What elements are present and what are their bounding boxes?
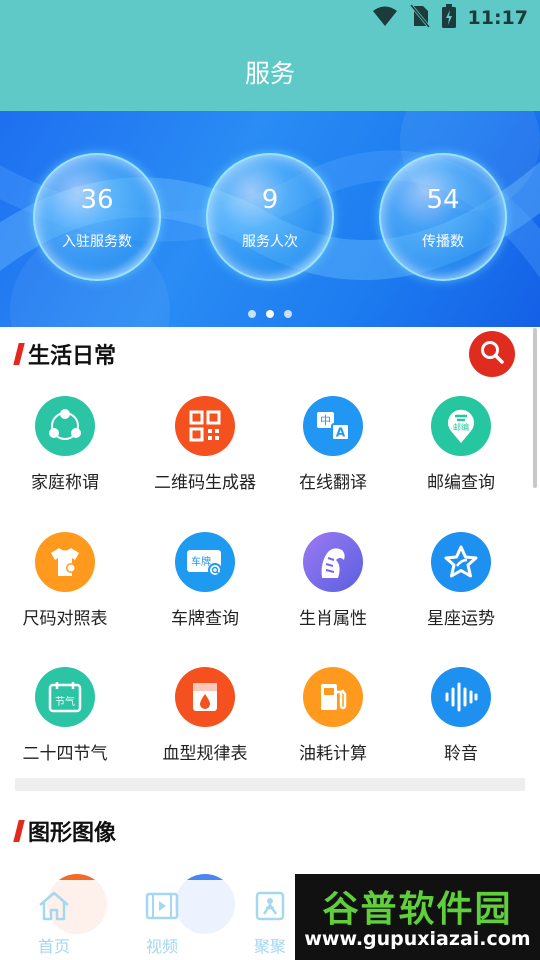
stat-bubble-visits: 9 服务人次 <box>206 153 334 281</box>
nav-label: 首页 <box>37 937 70 956</box>
service-label: 油耗计算 <box>299 744 367 764</box>
service-translate[interactable]: 中A 在线翻译 <box>268 396 398 506</box>
stat-label: 传播数 <box>422 234 464 250</box>
carousel-pager <box>0 310 540 320</box>
pager-dot[interactable] <box>248 310 256 318</box>
banner-carousel[interactable]: 36 入驻服务数 9 服务人次 54 传播数 <box>0 111 540 327</box>
postcode-icon: 邮编 <box>431 396 491 456</box>
section-divider <box>15 778 525 791</box>
watermark-logo: 谷普软件园 www.gupuxiazai.com <box>295 874 540 960</box>
service-size-chart[interactable]: 尺码对照表 <box>0 532 130 642</box>
service-postcode[interactable]: 邮编 邮编查询 <box>396 396 526 506</box>
service-zodiac[interactable]: 生肖属性 <box>268 532 398 642</box>
title-bar: 服务 <box>0 36 540 111</box>
tiger-icon <box>303 532 363 592</box>
stat-bubble-services: 36 入驻服务数 <box>33 153 161 281</box>
service-label: 尺码对照表 <box>22 609 108 629</box>
service-fuel-calc[interactable]: 油耗计算 <box>268 667 398 777</box>
service-label: 星座运势 <box>427 609 495 629</box>
service-plate-lookup[interactable]: 车牌 车牌查询 <box>140 532 270 642</box>
calendar-icon: 节气 <box>35 667 95 727</box>
battery-charging-icon <box>441 4 456 32</box>
wifi-icon <box>372 5 398 31</box>
section-header-graphics: 图形图像 <box>13 815 117 847</box>
service-label: 聆音 <box>444 744 478 764</box>
stat-value: 9 <box>261 185 279 215</box>
section-marker <box>13 820 25 842</box>
status-icons: 11:17 <box>372 4 528 32</box>
section-title: 生活日常 <box>28 344 117 369</box>
stat-value: 54 <box>426 185 460 215</box>
service-blood-type[interactable]: 血型规律表 <box>140 667 270 777</box>
tshirt-icon <box>35 532 95 592</box>
service-label: 在线翻译 <box>299 473 367 493</box>
fuel-icon <box>303 667 363 727</box>
postcode-text: 邮编 <box>453 422 469 432</box>
pager-dot[interactable] <box>284 310 292 318</box>
scrollbar[interactable] <box>533 328 537 488</box>
qr-code-icon <box>175 396 235 456</box>
plate-text: 车牌 <box>191 555 211 568</box>
license-plate-icon: 车牌 <box>175 532 235 592</box>
home-icon <box>36 888 72 924</box>
search-icon <box>479 339 505 369</box>
status-bar: 11:17 <box>0 0 540 36</box>
section-header-life: 生活日常 <box>13 338 117 370</box>
page-title: 服务 <box>244 59 295 88</box>
fun-icon <box>252 888 288 924</box>
service-solar-terms[interactable]: 节气 二十四节气 <box>0 667 130 777</box>
status-time: 11:17 <box>467 7 528 29</box>
star-icon <box>431 532 491 592</box>
section-marker <box>13 343 25 365</box>
service-label: 邮编查询 <box>427 473 495 493</box>
watermark-url: www.gupuxiazai.com <box>304 928 531 950</box>
nav-video[interactable]: 视频 <box>122 888 202 956</box>
blood-type-icon <box>175 667 235 727</box>
stat-label: 入驻服务数 <box>62 234 132 250</box>
sound-wave-icon <box>431 667 491 727</box>
service-horoscope[interactable]: 星座运势 <box>396 532 526 642</box>
nav-label: 视频 <box>145 937 178 956</box>
service-listen[interactable]: 聆音 <box>396 667 526 777</box>
translate-text-a: 中 <box>320 414 331 427</box>
video-icon <box>144 888 180 924</box>
watermark-title: 谷普软件园 <box>322 889 513 930</box>
search-button[interactable] <box>469 331 515 377</box>
translate-icon: 中A <box>303 396 363 456</box>
no-sim-icon <box>409 4 430 32</box>
service-label: 血型规律表 <box>162 744 248 764</box>
pager-dot-active[interactable] <box>266 310 274 318</box>
service-family-titles[interactable]: 家庭称谓 <box>0 396 130 506</box>
calendar-text: 节气 <box>55 695 75 708</box>
service-qr-generator[interactable]: 二维码生成器 <box>140 396 270 506</box>
service-label: 二维码生成器 <box>154 473 256 493</box>
service-label: 车牌查询 <box>171 609 239 629</box>
family-icon <box>35 396 95 456</box>
section-title: 图形图像 <box>28 821 117 846</box>
service-label: 二十四节气 <box>22 744 108 764</box>
service-label: 生肖属性 <box>299 609 367 629</box>
nav-home[interactable]: 首页 <box>14 888 94 956</box>
stat-bubble-shares: 54 传播数 <box>379 153 507 281</box>
service-label: 家庭称谓 <box>31 473 99 493</box>
stat-value: 36 <box>80 185 114 215</box>
stat-label: 服务人次 <box>242 234 298 250</box>
translate-text-b: A <box>336 426 346 440</box>
